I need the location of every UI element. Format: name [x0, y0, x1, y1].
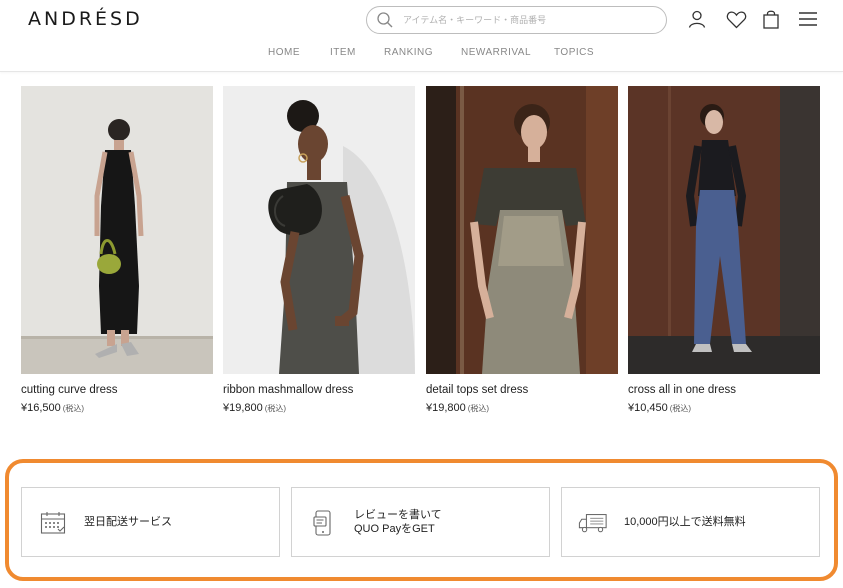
search-input[interactable] — [403, 11, 653, 29]
product-card[interactable]: detail tops set dress ¥19,800 (税込) — [426, 86, 618, 414]
main-nav: HOME ITEM RANKING NEWARRIVAL TOPICS — [0, 47, 843, 63]
product-name[interactable]: detail tops set dress — [426, 384, 618, 396]
calendar-icon — [38, 508, 68, 538]
nav-item[interactable]: ITEM — [330, 47, 356, 58]
product-price: ¥19,800 (税込) — [426, 402, 618, 414]
service-line: レビューを書いて — [354, 509, 442, 521]
service-next-day-delivery[interactable]: 翌日配送サービス — [21, 487, 280, 557]
product-name[interactable]: ribbon mashmallow dress — [223, 384, 415, 396]
tax-label: (税込) — [669, 404, 692, 413]
tax-label: (税込) — [62, 404, 85, 413]
nav-home[interactable]: HOME — [268, 47, 300, 58]
service-text: 10,000円以上で送料無料 — [624, 515, 746, 529]
product-name[interactable]: cross all in one dress — [628, 384, 820, 396]
menu-icon[interactable] — [797, 8, 819, 30]
product-image[interactable] — [223, 86, 415, 374]
search-box[interactable] — [366, 6, 667, 34]
nav-newarrival[interactable]: NEWARRIVAL — [461, 47, 531, 58]
tax-label: (税込) — [264, 404, 287, 413]
product-price: ¥16,500 (税込) — [21, 402, 213, 414]
product-price: ¥10,450 (税込) — [628, 402, 820, 414]
price-value: ¥16,500 — [21, 402, 61, 414]
service-review-quo-pay[interactable]: レビューを書いて QUO PayをGET — [291, 487, 550, 557]
product-image[interactable] — [21, 86, 213, 374]
bag-icon[interactable] — [760, 8, 782, 30]
product-name[interactable]: cutting curve dress — [21, 384, 213, 396]
product-card[interactable]: ribbon mashmallow dress ¥19,800 (税込) — [223, 86, 415, 414]
site-header: ANDRÉSD HOME ITEM RANKING — [0, 0, 843, 72]
product-card[interactable]: cross all in one dress ¥10,450 (税込) — [628, 86, 820, 414]
service-line: 10,000円以上で送料無料 — [624, 516, 746, 528]
brand-logo[interactable]: ANDRÉSD — [28, 8, 143, 30]
nav-ranking[interactable]: RANKING — [384, 47, 433, 58]
product-image[interactable] — [628, 86, 820, 374]
service-text: レビューを書いて QUO PayをGET — [354, 508, 442, 536]
search-icon — [377, 12, 393, 28]
nav-topics[interactable]: TOPICS — [554, 47, 594, 58]
truck-icon — [578, 508, 608, 538]
phone-review-icon — [308, 508, 338, 538]
product-price: ¥19,800 (税込) — [223, 402, 415, 414]
product-grid: cutting curve dress ¥16,500 (税込) ribbon m… — [0, 86, 843, 426]
price-value: ¥10,450 — [628, 402, 668, 414]
heart-icon[interactable] — [725, 8, 747, 30]
tax-label: (税込) — [467, 404, 490, 413]
service-line: 翌日配送サービス — [84, 516, 172, 528]
account-icon[interactable] — [686, 8, 708, 30]
service-line: QUO PayをGET — [354, 523, 435, 535]
service-free-shipping[interactable]: 10,000円以上で送料無料 — [561, 487, 820, 557]
price-value: ¥19,800 — [426, 402, 466, 414]
price-value: ¥19,800 — [223, 402, 263, 414]
service-text: 翌日配送サービス — [84, 515, 172, 529]
product-image[interactable] — [426, 86, 618, 374]
product-card[interactable]: cutting curve dress ¥16,500 (税込) — [21, 86, 213, 414]
